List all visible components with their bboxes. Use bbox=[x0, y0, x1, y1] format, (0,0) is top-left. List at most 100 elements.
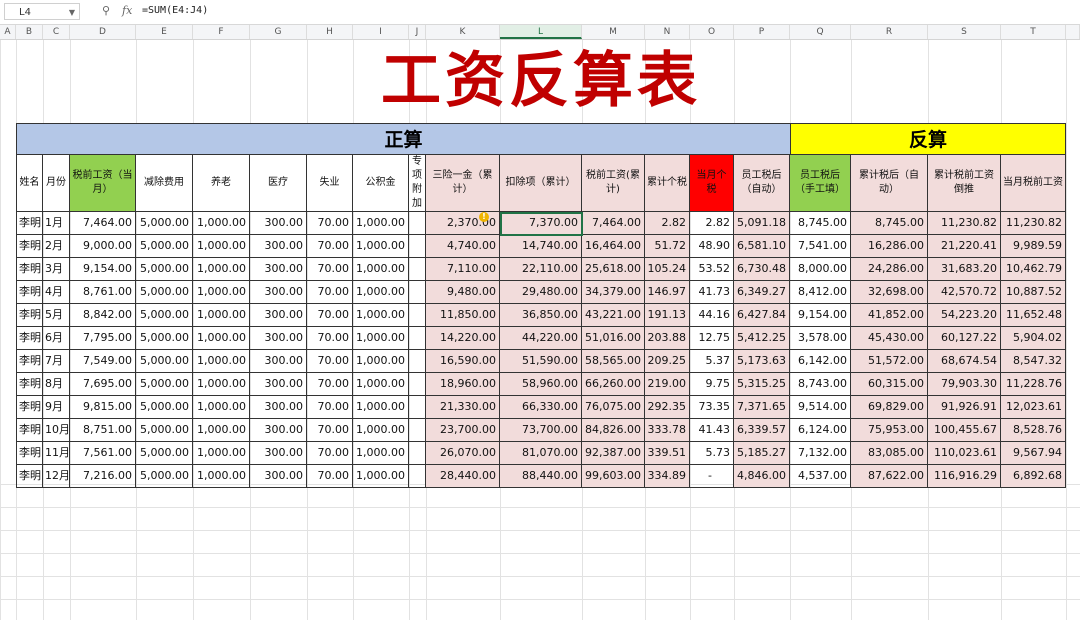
table-cell[interactable]: 李明 bbox=[16, 304, 43, 327]
table-cell[interactable]: 25,618.00 bbox=[582, 258, 645, 281]
table-cell[interactable]: 73.35 bbox=[690, 396, 734, 419]
table-cell[interactable]: 7,561.00 bbox=[70, 442, 136, 465]
table-cell[interactable]: 8,842.00 bbox=[70, 304, 136, 327]
table-cell[interactable]: 6,124.00 bbox=[790, 419, 851, 442]
table-cell[interactable]: 70.00 bbox=[307, 419, 353, 442]
table-cell[interactable]: 8,751.00 bbox=[70, 419, 136, 442]
table-cell[interactable]: 300.00 bbox=[250, 281, 307, 304]
table-cell[interactable]: 81,070.00 bbox=[500, 442, 582, 465]
table-cell[interactable]: 83,085.00 bbox=[851, 442, 928, 465]
table-cell[interactable]: 1,000.00 bbox=[193, 442, 250, 465]
table-cell[interactable]: 8,547.32 bbox=[1001, 350, 1066, 373]
table-cell[interactable]: 5,000.00 bbox=[136, 373, 193, 396]
table-cell[interactable] bbox=[409, 281, 426, 304]
table-cell[interactable]: 51,016.00 bbox=[582, 327, 645, 350]
table-cell[interactable]: 11月 bbox=[43, 442, 70, 465]
table-cell[interactable]: 333.78 bbox=[645, 419, 690, 442]
table-cell[interactable] bbox=[409, 212, 426, 235]
table-cell[interactable]: 2月 bbox=[43, 235, 70, 258]
table-cell[interactable]: 10月 bbox=[43, 419, 70, 442]
table-cell[interactable]: 1,000.00 bbox=[193, 419, 250, 442]
table-cell[interactable]: 146.97 bbox=[645, 281, 690, 304]
table-cell[interactable]: 9,000.00 bbox=[70, 235, 136, 258]
table-cell[interactable]: 李明 bbox=[16, 327, 43, 350]
table-cell[interactable]: 1,000.00 bbox=[193, 235, 250, 258]
table-cell[interactable]: 7月 bbox=[43, 350, 70, 373]
table-cell[interactable]: 5月 bbox=[43, 304, 70, 327]
table-cell[interactable]: 8,000.00 bbox=[790, 258, 851, 281]
table-cell[interactable]: 1月 bbox=[43, 212, 70, 235]
table-cell[interactable]: 70.00 bbox=[307, 442, 353, 465]
table-cell[interactable]: 李明 bbox=[16, 419, 43, 442]
table-cell[interactable]: 28,440.00 bbox=[426, 465, 500, 488]
table-cell[interactable]: 70.00 bbox=[307, 373, 353, 396]
table-cell[interactable]: 李明 bbox=[16, 350, 43, 373]
table-cell[interactable]: 8,761.00 bbox=[70, 281, 136, 304]
table-cell[interactable]: 5.37 bbox=[690, 350, 734, 373]
table-cell[interactable]: 1,000.00 bbox=[353, 350, 409, 373]
table-cell[interactable]: 8,528.76 bbox=[1001, 419, 1066, 442]
table-cell[interactable]: 7,132.00 bbox=[790, 442, 851, 465]
table-cell[interactable]: 300.00 bbox=[250, 258, 307, 281]
table-cell[interactable] bbox=[409, 373, 426, 396]
table-cell[interactable]: 219.00 bbox=[645, 373, 690, 396]
table-cell[interactable]: 5,000.00 bbox=[136, 396, 193, 419]
table-cell[interactable]: 70.00 bbox=[307, 304, 353, 327]
table-cell[interactable] bbox=[409, 327, 426, 350]
table-cell[interactable]: 李明 bbox=[16, 281, 43, 304]
table-cell[interactable]: 4,740.00 bbox=[426, 235, 500, 258]
table-cell[interactable]: 66,260.00 bbox=[582, 373, 645, 396]
table-cell[interactable]: 70.00 bbox=[307, 396, 353, 419]
table-cell[interactable]: 92,387.00 bbox=[582, 442, 645, 465]
table-cell[interactable]: 1,000.00 bbox=[353, 419, 409, 442]
table-cell[interactable]: 6月 bbox=[43, 327, 70, 350]
table-cell[interactable]: 1,000.00 bbox=[353, 373, 409, 396]
table-cell[interactable]: 75,953.00 bbox=[851, 419, 928, 442]
table-cell[interactable]: 14,220.00 bbox=[426, 327, 500, 350]
table-cell[interactable]: 60,127.22 bbox=[928, 327, 1001, 350]
table-cell[interactable]: 300.00 bbox=[250, 419, 307, 442]
table-cell[interactable]: 8,412.00 bbox=[790, 281, 851, 304]
table-cell[interactable]: 66,330.00 bbox=[500, 396, 582, 419]
table-cell[interactable] bbox=[409, 258, 426, 281]
table-cell[interactable]: 5,412.25 bbox=[734, 327, 790, 350]
table-cell[interactable]: 88,440.00 bbox=[500, 465, 582, 488]
table-cell[interactable]: 9.75 bbox=[690, 373, 734, 396]
table-cell[interactable]: 8,743.00 bbox=[790, 373, 851, 396]
table-cell[interactable]: 300.00 bbox=[250, 373, 307, 396]
table-cell[interactable]: 11,228.76 bbox=[1001, 373, 1066, 396]
table-cell[interactable]: 5,000.00 bbox=[136, 281, 193, 304]
table-cell[interactable]: 1,000.00 bbox=[353, 442, 409, 465]
table-cell[interactable]: 34,379.00 bbox=[582, 281, 645, 304]
table-cell[interactable]: 7,464.00 bbox=[70, 212, 136, 235]
table-cell[interactable]: 1,000.00 bbox=[193, 212, 250, 235]
table-cell[interactable]: 8,745.00 bbox=[851, 212, 928, 235]
table-cell[interactable]: 1,000.00 bbox=[193, 396, 250, 419]
table-cell[interactable]: 58,565.00 bbox=[582, 350, 645, 373]
table-cell[interactable]: 300.00 bbox=[250, 235, 307, 258]
table-cell[interactable]: 5,091.18 bbox=[734, 212, 790, 235]
table-cell[interactable]: 43,221.00 bbox=[582, 304, 645, 327]
table-cell[interactable]: 7,795.00 bbox=[70, 327, 136, 350]
table-cell[interactable]: 5,000.00 bbox=[136, 235, 193, 258]
table-cell[interactable]: 12.75 bbox=[690, 327, 734, 350]
table-cell[interactable]: 42,570.72 bbox=[928, 281, 1001, 304]
table-cell[interactable]: 44.16 bbox=[690, 304, 734, 327]
table-cell[interactable]: 60,315.00 bbox=[851, 373, 928, 396]
table-cell[interactable]: 84,826.00 bbox=[582, 419, 645, 442]
table-cell[interactable]: 300.00 bbox=[250, 442, 307, 465]
table-cell[interactable]: 51.72 bbox=[645, 235, 690, 258]
table-cell[interactable]: 1,000.00 bbox=[353, 327, 409, 350]
table-cell[interactable]: 1,000.00 bbox=[193, 258, 250, 281]
table-cell[interactable]: 334.89 bbox=[645, 465, 690, 488]
table-cell[interactable]: 76,075.00 bbox=[582, 396, 645, 419]
table-cell[interactable]: 9,514.00 bbox=[790, 396, 851, 419]
table-cell[interactable]: 24,286.00 bbox=[851, 258, 928, 281]
table-cell[interactable]: 2.82 bbox=[690, 212, 734, 235]
table-cell[interactable]: 5,000.00 bbox=[136, 419, 193, 442]
table-cell[interactable]: 5,000.00 bbox=[136, 258, 193, 281]
table-cell[interactable]: 91,926.91 bbox=[928, 396, 1001, 419]
table-cell[interactable]: 7,541.00 bbox=[790, 235, 851, 258]
table-cell[interactable]: 31,683.20 bbox=[928, 258, 1001, 281]
table-cell[interactable]: 5,315.25 bbox=[734, 373, 790, 396]
